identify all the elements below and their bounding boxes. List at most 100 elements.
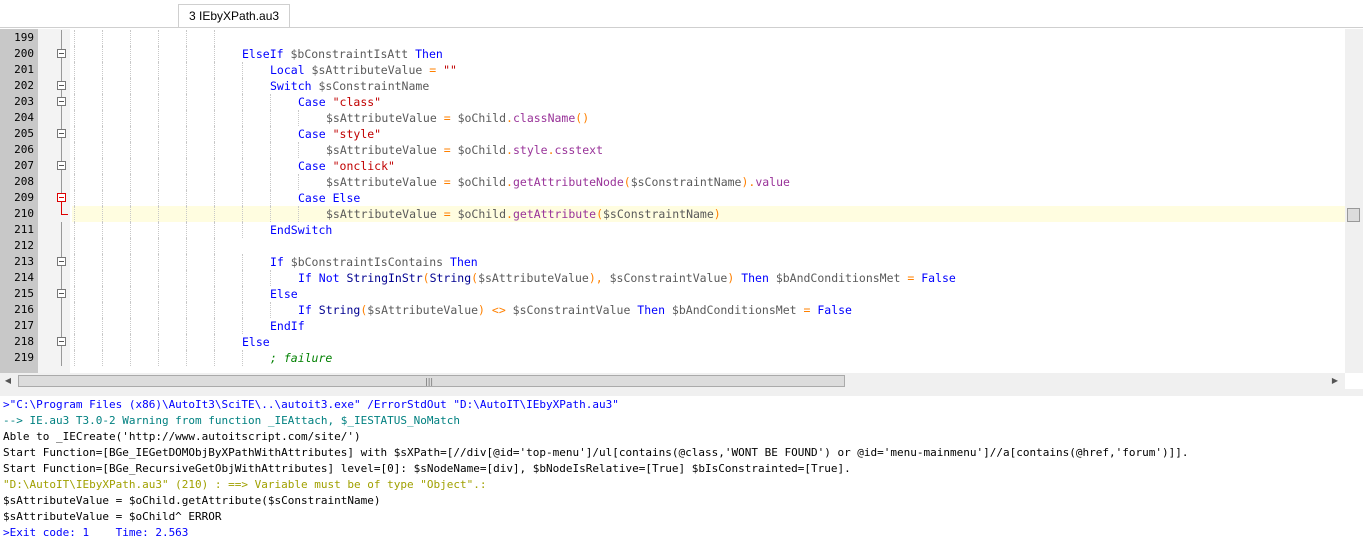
output-pane[interactable]: >"C:\Program Files (x86)\AutoIt3\SciTE\.… — [0, 396, 1363, 559]
code-text[interactable]: Case Else — [72, 190, 1345, 206]
code-line[interactable]: 214 If Not StringInStr(String($sAttribute… — [0, 270, 1345, 286]
code-text[interactable]: If String($sAttributeValue) <> $sConstra… — [72, 302, 1345, 318]
code-line[interactable]: 218 Else — [0, 334, 1345, 350]
code-text[interactable] — [72, 30, 1345, 46]
code-editor[interactable]: 199 200 ElseIf $bConstraintIsAtt Then 201 Lo… — [0, 29, 1363, 373]
indent-guide — [102, 94, 103, 110]
code-token: ) — [727, 271, 742, 285]
code-statement: If $bConstraintIsContains Then — [270, 254, 478, 270]
code-line[interactable]: 204 $sAttributeValue = $oChild.className(… — [0, 110, 1345, 126]
code-token: EndIf — [270, 319, 305, 333]
indent-guide — [270, 110, 271, 126]
code-line[interactable]: 211 EndSwitch — [0, 222, 1345, 238]
code-text[interactable]: EndSwitch — [72, 222, 1345, 238]
code-statement: Local $sAttributeValue = "" — [270, 62, 457, 78]
code-line[interactable]: 200 ElseIf $bConstraintIsAtt Then — [0, 46, 1345, 62]
editor-vertical-scrollbar[interactable] — [1345, 29, 1363, 373]
line-number: 216 — [14, 303, 34, 316]
line-number: 210 — [14, 207, 34, 220]
code-text[interactable]: If Not StringInStr(String($sAttributeVal… — [72, 270, 1345, 286]
fold-toggle-icon[interactable] — [57, 161, 66, 170]
code-token: $sAttributeValue — [326, 175, 444, 189]
fold-toggle-icon[interactable] — [57, 97, 66, 106]
indent-guide — [214, 30, 215, 46]
code-text[interactable]: $sAttributeValue = $oChild.style.csstext — [72, 142, 1345, 158]
indent-guide — [74, 254, 75, 270]
fold-toggle-icon[interactable] — [57, 289, 66, 298]
code-text[interactable]: Switch $sConstraintName — [72, 78, 1345, 94]
indent-guide — [130, 94, 131, 110]
fold-toggle-icon[interactable] — [57, 129, 66, 138]
fold-toggle-icon[interactable] — [57, 257, 66, 266]
horizontal-scroll-thumb[interactable]: ||| — [18, 375, 845, 387]
code-text[interactable]: ElseIf $bConstraintIsAtt Then — [72, 46, 1345, 62]
code-text[interactable]: Else — [72, 334, 1345, 350]
code-line[interactable]: 210 $sAttributeValue = $oChild.getAttribu… — [0, 206, 1345, 222]
code-text[interactable]: If $bConstraintIsContains Then — [72, 254, 1345, 270]
output-line: Start Function=[BGe_RecursiveGetObjWithA… — [3, 462, 851, 475]
indent-guide — [214, 46, 215, 62]
code-text[interactable]: $sAttributeValue = $oChild.getAttributeN… — [72, 174, 1345, 190]
code-line[interactable]: 216 If String($sAttributeValue) <> $sCons… — [0, 302, 1345, 318]
code-line[interactable]: 201 Local $sAttributeValue = "" — [0, 62, 1345, 78]
vertical-scroll-thumb[interactable] — [1347, 208, 1360, 222]
code-line[interactable]: 203 Case "class" — [0, 94, 1345, 110]
indent-guide — [186, 158, 187, 174]
code-line[interactable]: 219 ; failure — [0, 350, 1345, 366]
indent-guide — [298, 142, 299, 158]
indent-guide — [74, 238, 75, 254]
indent-guide — [242, 174, 243, 190]
indent-guide — [130, 62, 131, 78]
code-statement: Else — [270, 286, 298, 302]
code-text[interactable]: ; failure — [72, 350, 1345, 366]
scroll-left-arrow-icon[interactable]: ◀ — [0, 373, 16, 389]
code-line[interactable]: 212 — [0, 238, 1345, 254]
fold-toggle-icon[interactable] — [57, 49, 66, 58]
indent-guide — [214, 254, 215, 270]
indent-guide — [242, 78, 243, 94]
code-text[interactable]: Case "class" — [72, 94, 1345, 110]
indent-guide — [186, 334, 187, 350]
code-text[interactable]: Case "onclick" — [72, 158, 1345, 174]
code-text[interactable]: Case "style" — [72, 126, 1345, 142]
indent-guide — [186, 94, 187, 110]
code-line[interactable]: 206 $sAttributeValue = $oChild.style.csst… — [0, 142, 1345, 158]
code-line[interactable]: 199 — [0, 30, 1345, 46]
code-text[interactable]: $sAttributeValue = $oChild.className() — [72, 110, 1345, 126]
code-text[interactable]: $sAttributeValue = $oChild.getAttribute(… — [72, 206, 1345, 222]
fold-toggle-icon[interactable] — [57, 193, 66, 202]
code-line[interactable]: 207 Case "onclick" — [0, 158, 1345, 174]
code-text[interactable] — [72, 238, 1345, 254]
code-text[interactable]: Else — [72, 286, 1345, 302]
fold-line — [61, 174, 62, 190]
indent-guide — [270, 270, 271, 286]
code-text[interactable]: EndIf — [72, 318, 1345, 334]
indent-guide — [74, 110, 75, 126]
scroll-right-arrow-icon[interactable]: ▶ — [1327, 373, 1343, 389]
indent-guide — [270, 174, 271, 190]
code-line[interactable]: 208 $sAttributeValue = $oChild.getAttribu… — [0, 174, 1345, 190]
code-line[interactable]: 213 If $bConstraintIsContains Then — [0, 254, 1345, 270]
tab-iebyxpath[interactable]: 3 IEbyXPath.au3 — [178, 4, 291, 27]
code-line[interactable]: 209 Case Else — [0, 190, 1345, 206]
indent-guide — [74, 142, 75, 158]
indent-guide — [74, 62, 75, 78]
code-token: . — [506, 175, 513, 189]
editor-horizontal-scrollbar[interactable]: ◀ ||| ▶ — [0, 373, 1345, 389]
code-token: Local — [270, 63, 312, 77]
code-text[interactable]: Local $sAttributeValue = "" — [72, 62, 1345, 78]
code-token: ( — [623, 175, 631, 189]
indent-guide — [270, 206, 271, 222]
code-line[interactable]: 202 Switch $sConstraintName — [0, 78, 1345, 94]
indent-guide — [242, 142, 243, 158]
indent-guide — [130, 142, 131, 158]
indent-guide — [270, 158, 271, 174]
code-token: Else — [242, 335, 270, 349]
fold-toggle-icon[interactable] — [57, 81, 66, 90]
code-token: String — [429, 271, 472, 285]
code-line[interactable]: 215 Else — [0, 286, 1345, 302]
fold-toggle-icon[interactable] — [57, 337, 66, 346]
indent-guide — [158, 350, 159, 366]
code-line[interactable]: 217 EndIf — [0, 318, 1345, 334]
code-line[interactable]: 205 Case "style" — [0, 126, 1345, 142]
